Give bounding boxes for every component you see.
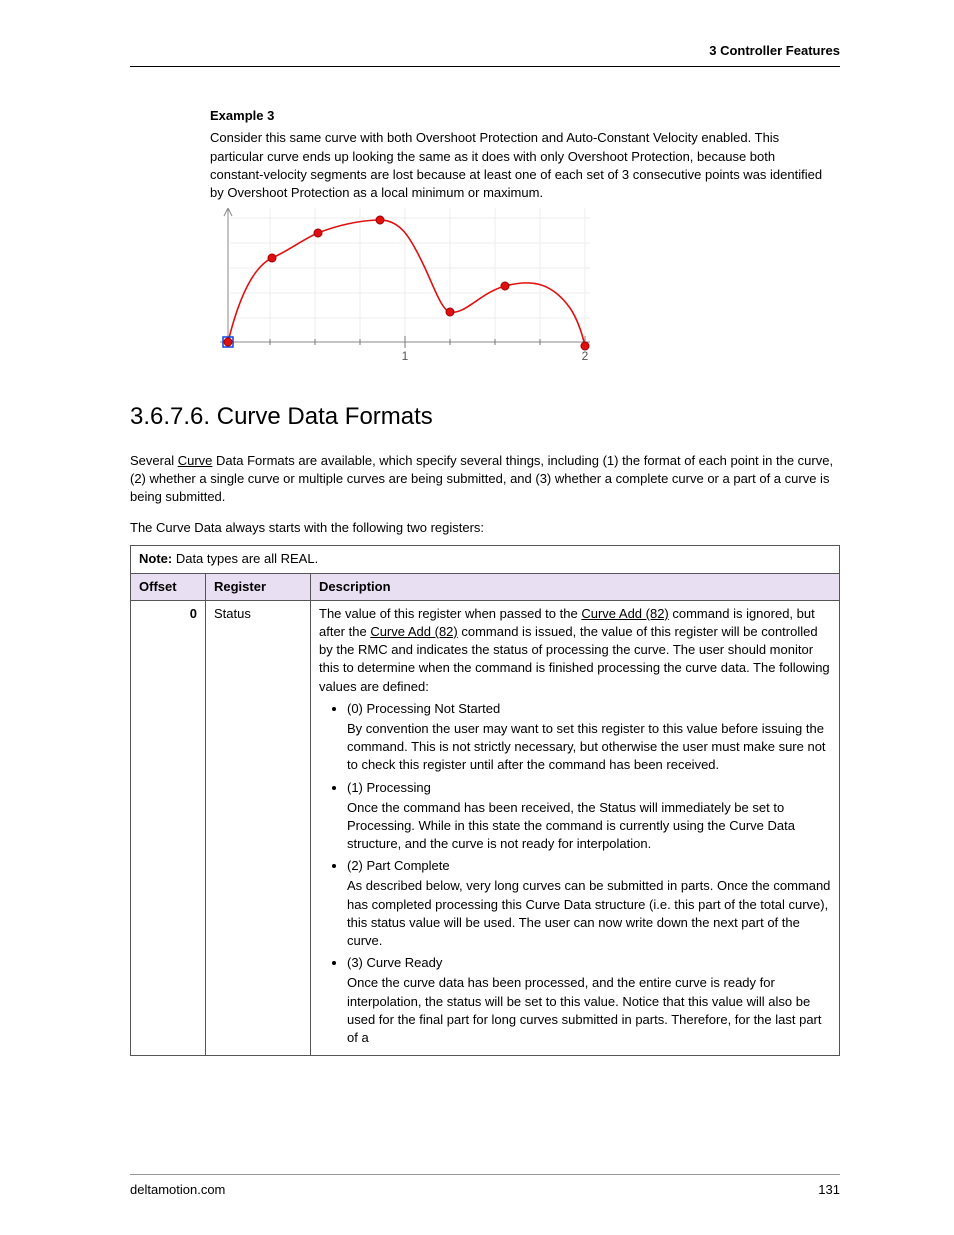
x-tick-1: 1 — [402, 349, 409, 363]
footer-site: deltamotion.com — [130, 1181, 225, 1199]
section-number: 3.6.7.6. — [130, 403, 210, 430]
cell-offset: 0 — [131, 600, 206, 1055]
page-footer: deltamotion.com 131 — [130, 1174, 840, 1199]
table-header-row: Offset Register Description — [131, 573, 840, 600]
list-item: (3) Curve Ready Once the curve data has … — [347, 954, 831, 1047]
curve-add-link[interactable]: Curve Add (82) — [581, 606, 668, 621]
curve-chart: 1 2 — [210, 208, 590, 370]
note-text: Data types are all REAL. — [172, 551, 318, 566]
col-description: Description — [311, 573, 840, 600]
example-title: Example 3 — [210, 107, 830, 125]
col-register: Register — [206, 573, 311, 600]
curve-link[interactable]: Curve — [178, 453, 213, 468]
note-label: Note: — [139, 551, 172, 566]
page-header: 3 Controller Features — [130, 42, 840, 67]
status-value-list: (0) Processing Not Started By convention… — [319, 700, 831, 1047]
intro-paragraph-1: Several Curve Data Formats are available… — [130, 452, 840, 507]
breadcrumb: 3 Controller Features — [709, 43, 840, 58]
table-note-row: Note: Data types are all REAL. — [131, 546, 840, 573]
curve-add-link-2[interactable]: Curve Add (82) — [370, 624, 457, 639]
table-row: 0 Status The value of this register when… — [131, 600, 840, 1055]
list-item: (2) Part Complete As described below, ve… — [347, 857, 831, 950]
section-heading: 3.6.7.6. Curve Data Formats — [130, 400, 840, 434]
list-item: (0) Processing Not Started By convention… — [347, 700, 831, 775]
x-tick-2: 2 — [582, 349, 589, 363]
list-item: (1) Processing Once the command has been… — [347, 779, 831, 854]
intro-paragraph-2: The Curve Data always starts with the fo… — [130, 519, 840, 537]
example-paragraph: Consider this same curve with both Overs… — [210, 129, 830, 202]
col-offset: Offset — [131, 573, 206, 600]
cell-description: The value of this register when passed t… — [311, 600, 840, 1055]
section-title: Curve Data Formats — [217, 403, 433, 430]
footer-page: 131 — [818, 1181, 840, 1199]
cell-register: Status — [206, 600, 311, 1055]
example-section: Example 3 Consider this same curve with … — [210, 107, 830, 370]
registers-table: Note: Data types are all REAL. Offset Re… — [130, 545, 840, 1056]
